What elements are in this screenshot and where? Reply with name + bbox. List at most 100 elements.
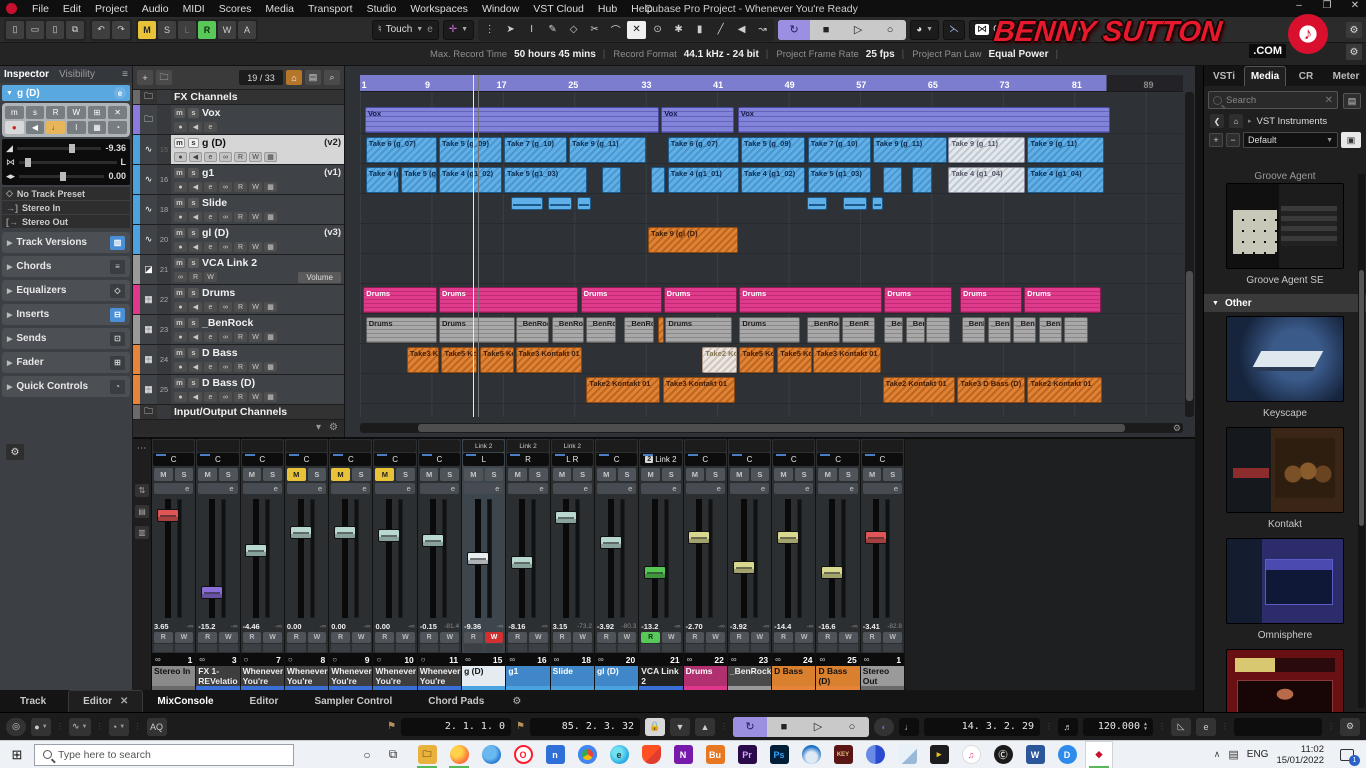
read-automation-button[interactable]: R (641, 632, 660, 643)
zoom-gear-icon[interactable]: ⚙ (1173, 423, 1181, 434)
lower-zone-tab[interactable]: Sampler Control (300, 690, 414, 712)
write-automation-icon[interactable]: W (249, 152, 262, 162)
taskbar-app-icon[interactable]: ◆ (1086, 742, 1112, 768)
inspector-section[interactable]: ▶ Quick Controls ◔ (2, 376, 130, 397)
menu-item[interactable]: Workspaces (403, 3, 475, 15)
read-automation-button[interactable]: R (553, 632, 572, 643)
plugin-item[interactable]: Omnisphere (1204, 538, 1366, 641)
link-icon[interactable]: ∞ (219, 362, 232, 372)
channel-name[interactable]: D Bass (772, 666, 815, 686)
write-automation-button[interactable]: W (529, 632, 548, 643)
edit-channel-icon[interactable]: e (204, 302, 217, 312)
pan-control[interactable]: C (596, 453, 637, 466)
write-automation-button[interactable]: W (308, 632, 327, 643)
track-mute-button[interactable]: m (174, 348, 185, 358)
solo-button[interactable]: S (883, 468, 902, 481)
section-other[interactable]: ▼Other (1204, 294, 1366, 312)
collapse-icon[interactable]: ▾ (316, 422, 321, 433)
editor-open-icon[interactable]: ⊞ (88, 106, 107, 119)
channel-name[interactable]: FX 1-REVelatio (196, 666, 239, 686)
edit-channel-button[interactable]: e (287, 483, 326, 494)
record-button[interactable]: ○ (874, 20, 906, 40)
write-automation-button[interactable]: W (440, 632, 459, 643)
mixer-channel-strip[interactable]: C M S e -14.4 -∞ R W ∞ 24 (772, 439, 816, 690)
close-tab-icon[interactable]: ✕ (120, 696, 128, 707)
task-view-icon[interactable]: ⧉ (380, 741, 406, 768)
write-automation-icon[interactable]: W (249, 302, 262, 312)
read-automation-icon[interactable]: R (189, 272, 202, 282)
list-view-icon[interactable]: ▤ (1343, 93, 1361, 109)
taskbar-app-icon[interactable]: Ps (766, 742, 792, 768)
fader-handle[interactable] (290, 526, 312, 539)
add-preset-button[interactable]: + (1209, 133, 1223, 147)
track-row[interactable]: ▦ 24 m s D Bass ● ◀ e ∞ R W ▦ (133, 345, 344, 375)
audio-event[interactable] (883, 167, 903, 193)
fader-handle[interactable] (644, 566, 666, 579)
solo-button[interactable]: S (175, 468, 194, 481)
delay-slider[interactable] (19, 175, 104, 178)
audio-event[interactable]: Take 6 (g_07) (668, 137, 740, 163)
pan-control[interactable]: C (773, 453, 814, 466)
plugin-thumbnail[interactable] (1226, 427, 1344, 513)
track-row[interactable]: ∿ 15 m s g (D) (v2) ● ◀ e ∞ R W ▦ (133, 135, 344, 165)
fader-handle[interactable] (821, 566, 843, 579)
mixer-channel-strip[interactable]: C M S e -3.92 -∞ R W ∞ 23 (728, 439, 772, 690)
lower-zone-tab[interactable]: Editor (236, 690, 301, 712)
midi-event[interactable]: Take2 Kontakt 01 (883, 377, 955, 403)
inspector-section[interactable]: ▶ Sends ⊡ (2, 328, 130, 349)
channel-name[interactable]: Whenever You're Read (373, 666, 416, 686)
read-automation-button[interactable]: R (686, 632, 705, 643)
punch-in-icon[interactable]: ▼ (670, 718, 690, 736)
read-automation-icon[interactable]: R (234, 242, 247, 252)
punch-dropdown[interactable]: ◕▼ (910, 20, 939, 40)
channel-name[interactable]: Whenever You're Read (285, 666, 328, 686)
inspector-section[interactable]: ▶ Inserts ⊟ (2, 304, 130, 325)
audio-event[interactable]: Take 6 (g_07) (366, 137, 438, 163)
edit-channel-button[interactable]: e (686, 483, 725, 494)
touch-keyboard-icon[interactable]: ▤ (1228, 748, 1238, 761)
read-button[interactable]: R (46, 106, 65, 119)
write-automation-button[interactable]: W (485, 632, 504, 643)
write-automation-button[interactable]: W (662, 632, 681, 643)
audio-event[interactable]: Vox (738, 107, 1110, 133)
setup-toolbar-gear-icon[interactable]: ⚙ (1346, 22, 1362, 38)
edit-channel-button[interactable]: e (818, 483, 857, 494)
audio-event[interactable]: Take 5 (g_09) (741, 137, 805, 163)
channel-name[interactable]: _BenRock (728, 666, 771, 686)
mute-button[interactable]: M (375, 468, 394, 481)
track-row[interactable]: 🗀 m s FX Channels ● ◀ e ∞ R W ▦ (133, 90, 344, 105)
right-zone-tab[interactable]: VSTi (1204, 66, 1244, 86)
midi-event[interactable]: Drums (366, 317, 437, 343)
menu-item[interactable]: Audio (135, 3, 176, 15)
time-format-icon[interactable]: ♩ (899, 718, 919, 736)
record-enable-icon[interactable]: ● (174, 122, 187, 132)
solo-button[interactable]: S (219, 468, 238, 481)
record-button[interactable]: ○ (835, 717, 869, 737)
read-automation-icon[interactable]: R (234, 362, 247, 372)
taskbar-app-icon[interactable]: O (510, 742, 536, 768)
fader-handle[interactable] (334, 526, 356, 539)
write-button[interactable]: W (67, 106, 86, 119)
stop-button[interactable]: ■ (810, 20, 842, 40)
clear-search-icon[interactable]: ✕ (1325, 95, 1333, 106)
edit-channel-button[interactable]: e (375, 483, 414, 494)
channel-name[interactable]: VCA Link 2 (639, 666, 682, 686)
solo-button[interactable]: S (529, 468, 548, 481)
solo-button[interactable]: s (26, 106, 45, 119)
record-enable-icon[interactable]: ● (174, 212, 187, 222)
stop-button[interactable]: ■ (767, 717, 801, 737)
cortana-icon[interactable]: ○ (354, 741, 380, 768)
mute-button[interactable]: M (464, 468, 483, 481)
channel-strip-icon[interactable]: ▦ (264, 392, 277, 402)
track-mute-button[interactable]: m (174, 228, 185, 238)
pan-control[interactable]: C (153, 453, 194, 466)
close-button[interactable]: ✕ (1348, 0, 1362, 11)
left-locator-flag-icon[interactable]: ⚑ (387, 721, 396, 732)
mixer-channel-strip[interactable]: C M S e 0.00 -∞ R W ○ 10 (373, 439, 417, 690)
taskbar-app-icon[interactable]: ▸ (926, 742, 952, 768)
menu-item[interactable]: Media (258, 3, 301, 15)
mute-button[interactable]: M (198, 468, 217, 481)
automation-mode-dropdown[interactable]: ♮ Touch ▼e (372, 20, 439, 40)
add-track-button[interactable]: + (137, 70, 153, 85)
tab-visibility[interactable]: Visibility (59, 69, 95, 80)
